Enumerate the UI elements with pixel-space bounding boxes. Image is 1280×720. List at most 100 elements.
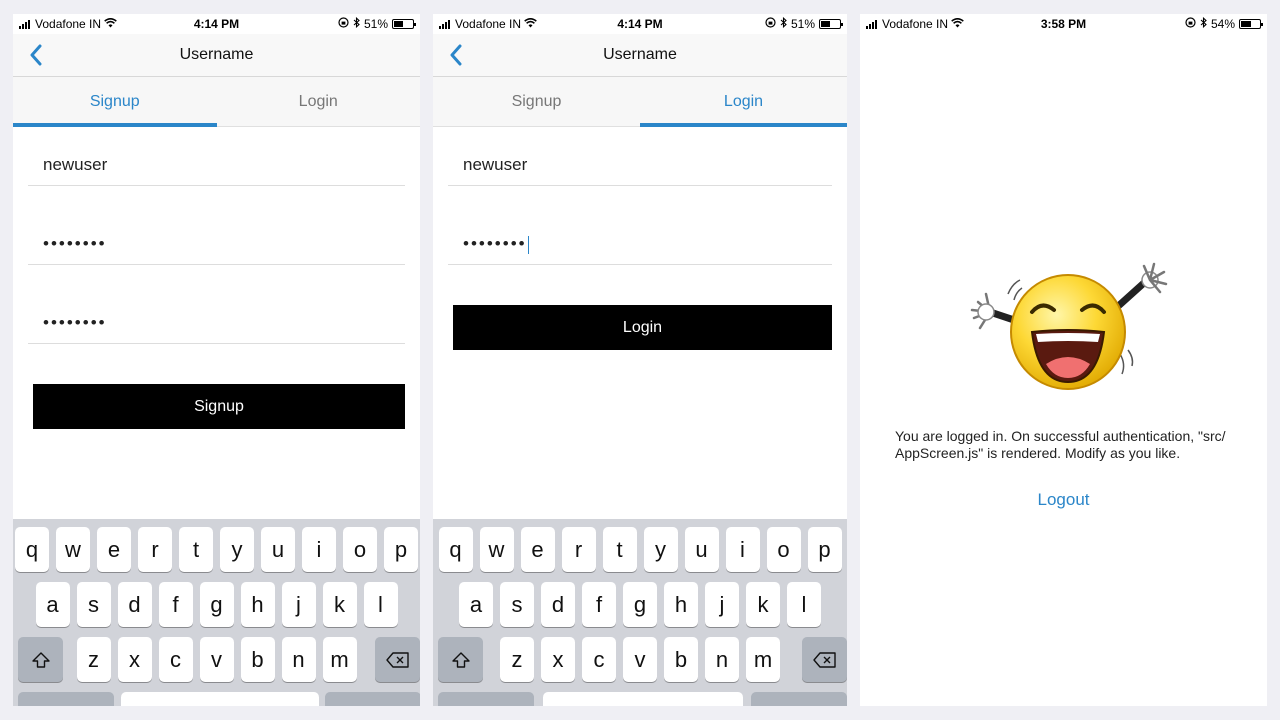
- key-o[interactable]: o: [343, 527, 377, 572]
- tab-login[interactable]: Login: [217, 77, 421, 126]
- key-o[interactable]: o: [766, 527, 801, 572]
- key-r[interactable]: r: [138, 527, 172, 572]
- key-n[interactable]: n: [705, 637, 739, 682]
- key-f[interactable]: f: [582, 582, 616, 627]
- keyboard: qwertyuiop asdfghjkl zxcvbnm: [433, 519, 847, 706]
- numbers-key[interactable]: [438, 692, 534, 706]
- key-g[interactable]: g: [623, 582, 657, 627]
- key-a[interactable]: a: [459, 582, 493, 627]
- key-b[interactable]: b: [664, 637, 698, 682]
- key-w[interactable]: w: [479, 527, 514, 572]
- backspace-icon[interactable]: [375, 637, 420, 682]
- wifi-icon: [104, 17, 117, 31]
- confirm-password-field[interactable]: ••••••••: [28, 265, 405, 344]
- key-r[interactable]: r: [561, 527, 596, 572]
- carrier-label: Vodafone IN: [455, 17, 522, 31]
- tab-signup[interactable]: Signup: [433, 77, 640, 126]
- key-e[interactable]: e: [97, 527, 131, 572]
- keyboard-row-3: zxcvbnm: [13, 637, 420, 682]
- return-key[interactable]: [325, 692, 420, 706]
- bluetooth-icon: [1200, 16, 1207, 31]
- signup-screen: Vodafone IN 4:14 PM 51% Username Signup …: [13, 14, 420, 706]
- logout-button[interactable]: Logout: [860, 490, 1267, 510]
- key-c[interactable]: c: [158, 637, 193, 682]
- key-v[interactable]: v: [623, 637, 657, 682]
- username-value: newuser: [463, 155, 528, 174]
- key-i[interactable]: i: [302, 527, 336, 572]
- back-chevron-icon[interactable]: [445, 42, 467, 68]
- key-p[interactable]: p: [807, 527, 842, 572]
- password-field[interactable]: ••••••••: [28, 186, 405, 265]
- key-e[interactable]: e: [520, 527, 555, 572]
- key-c[interactable]: c: [582, 637, 616, 682]
- return-key[interactable]: [751, 692, 847, 706]
- key-s[interactable]: s: [76, 582, 111, 627]
- key-h[interactable]: h: [664, 582, 698, 627]
- page-title: Username: [603, 46, 677, 63]
- orientation-lock-icon: [765, 17, 776, 31]
- backspace-icon[interactable]: [802, 637, 847, 682]
- key-d[interactable]: d: [541, 582, 575, 627]
- username-value: newuser: [43, 155, 108, 174]
- key-j[interactable]: j: [281, 582, 316, 627]
- key-p[interactable]: p: [384, 527, 418, 572]
- auth-tabs: Signup Login: [433, 77, 847, 127]
- space-key[interactable]: [121, 692, 319, 706]
- keyboard-row-1: qwertyuiop: [13, 527, 420, 572]
- key-w[interactable]: w: [56, 527, 90, 572]
- key-s[interactable]: s: [500, 582, 534, 627]
- battery-icon: [1239, 19, 1263, 29]
- logged-in-message: You are logged in. On successful authent…: [895, 428, 1255, 462]
- battery-icon: [392, 19, 416, 29]
- login-button[interactable]: Login: [453, 305, 832, 350]
- key-m[interactable]: m: [322, 637, 357, 682]
- shift-arrow-icon[interactable]: [438, 637, 483, 682]
- keyboard-row-4: [13, 692, 420, 706]
- key-z[interactable]: z: [500, 637, 534, 682]
- key-f[interactable]: f: [158, 582, 193, 627]
- key-l[interactable]: l: [787, 582, 821, 627]
- orientation-lock-icon: [1185, 17, 1196, 31]
- key-u[interactable]: u: [684, 527, 719, 572]
- username-field[interactable]: newuser: [448, 127, 832, 186]
- shift-arrow-icon[interactable]: [18, 637, 63, 682]
- key-a[interactable]: a: [35, 582, 70, 627]
- key-j[interactable]: j: [705, 582, 739, 627]
- key-t[interactable]: t: [602, 527, 637, 572]
- tab-login[interactable]: Login: [640, 77, 847, 127]
- bluetooth-icon: [780, 16, 787, 31]
- auth-tabs: Signup Login: [13, 77, 420, 127]
- back-chevron-icon[interactable]: [25, 42, 47, 68]
- key-v[interactable]: v: [199, 637, 234, 682]
- key-k[interactable]: k: [746, 582, 780, 627]
- orientation-lock-icon: [338, 17, 349, 31]
- key-u[interactable]: u: [261, 527, 295, 572]
- username-field[interactable]: newuser: [28, 127, 405, 186]
- key-i[interactable]: i: [725, 527, 760, 572]
- signal-icon: [439, 19, 450, 29]
- key-x[interactable]: x: [117, 637, 152, 682]
- key-q[interactable]: q: [438, 527, 473, 572]
- key-n[interactable]: n: [281, 637, 316, 682]
- key-l[interactable]: l: [363, 582, 398, 627]
- carrier-label: Vodafone IN: [35, 17, 102, 31]
- key-y[interactable]: y: [220, 527, 254, 572]
- signup-button[interactable]: Signup: [33, 384, 405, 429]
- status-bar: Vodafone IN 3:58 PM 54%: [860, 14, 1267, 34]
- key-x[interactable]: x: [541, 637, 575, 682]
- key-h[interactable]: h: [240, 582, 275, 627]
- key-z[interactable]: z: [76, 637, 111, 682]
- tab-signup[interactable]: Signup: [13, 77, 217, 127]
- battery-percent: 54%: [1210, 17, 1235, 31]
- numbers-key[interactable]: [18, 692, 114, 706]
- key-m[interactable]: m: [746, 637, 780, 682]
- key-k[interactable]: k: [322, 582, 357, 627]
- password-field[interactable]: ••••••••: [448, 186, 832, 265]
- key-q[interactable]: q: [15, 527, 49, 572]
- key-b[interactable]: b: [240, 637, 275, 682]
- key-t[interactable]: t: [179, 527, 213, 572]
- key-g[interactable]: g: [199, 582, 234, 627]
- key-d[interactable]: d: [117, 582, 152, 627]
- key-y[interactable]: y: [643, 527, 678, 572]
- space-key[interactable]: [543, 692, 743, 706]
